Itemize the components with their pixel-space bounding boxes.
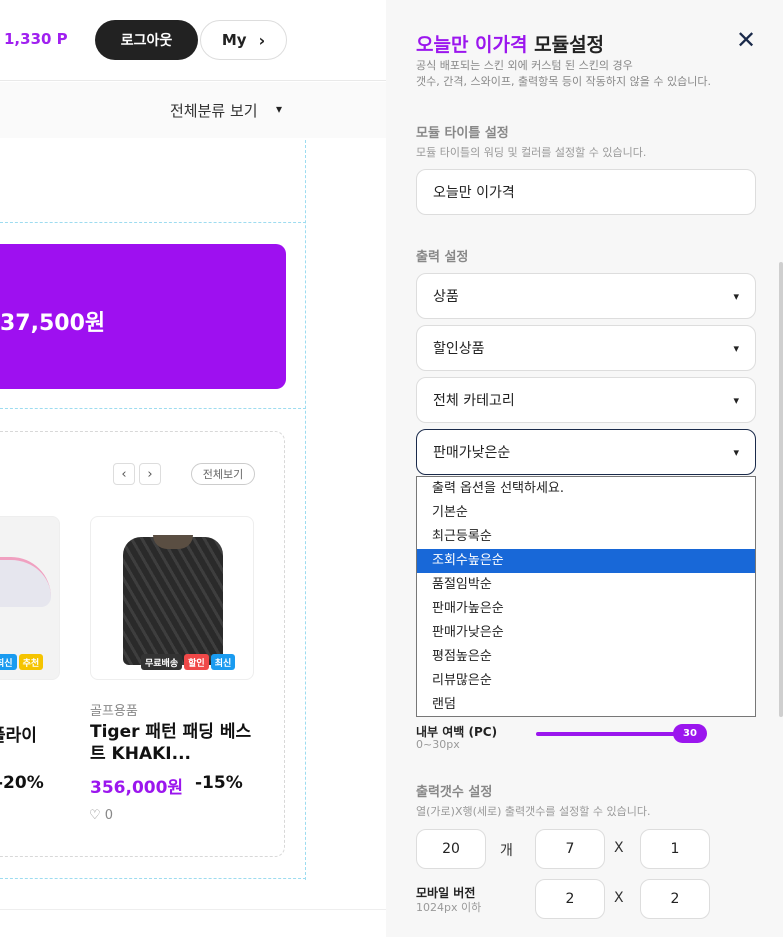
sort-option[interactable]: 랜덤 (417, 693, 755, 717)
shoe-image (0, 557, 51, 607)
mobile-rows-input[interactable]: 2 (640, 879, 710, 919)
chevron-down-icon: ▾ (733, 289, 739, 303)
sort-option[interactable]: 리뷰많은순 (417, 669, 755, 693)
sort-option[interactable]: 판매가낮은순 (417, 621, 755, 645)
select-value: 상품 (433, 289, 459, 305)
product-badges: 무료배송 할인 최신 (141, 654, 236, 670)
category-bar: 전체분류 보기 ▾ (0, 82, 386, 138)
prev-arrow-icon[interactable]: ‹ (113, 463, 135, 485)
product-name[interactable]: Tiger 패턴 패딩 베스트 KHAKI... (90, 721, 260, 765)
product-filter-select[interactable]: 할인상품 ▾ (416, 325, 756, 371)
module-guide-line (0, 878, 306, 879)
vest-image (123, 537, 223, 665)
divider (0, 909, 386, 910)
output-type-select[interactable]: 상품 ▾ (416, 273, 756, 319)
badge-new: 최신 (210, 654, 236, 670)
next-arrow-icon[interactable]: › (139, 463, 161, 485)
product-category: 골프용품 (90, 704, 138, 719)
product-badges: 최신 추천 (0, 654, 44, 670)
module-guide-line (0, 222, 306, 223)
module-guide-line (0, 408, 306, 409)
padding-range: 0~30px (416, 738, 460, 751)
module-title-sub: 모듈 타이틀의 워딩 및 컬러를 설정할 수 있습니다. (416, 146, 647, 159)
desc-line: 갯수, 간격, 스와이프, 출력항목 등이 작동하지 않을 수 있습니다. (416, 75, 711, 88)
like-count[interactable]: ♡ 0 (89, 808, 113, 823)
panel-description: 공식 배포되는 스킨 외에 커스텀 된 스킨의 경우 갯수, 간격, 스와이프,… (416, 58, 711, 90)
desc-line: 공식 배포되는 스킨 외에 커스텀 된 스킨의 경우 (416, 59, 633, 72)
panel-title-rest: 모듈설정 (527, 34, 605, 56)
product-discount: -20% (0, 773, 44, 793)
sort-option[interactable]: 판매가높은순 (417, 597, 755, 621)
badge-free-shipping: 무료배송 (141, 654, 183, 670)
count-sub: 열(가로)X행(세로) 출력갯수를 설정할 수 있습니다. (416, 805, 651, 818)
my-button-label: My (221, 31, 247, 49)
sort-option[interactable]: 출력 옵션을 선택하세요. (417, 477, 755, 501)
heart-icon: ♡ (89, 808, 101, 823)
points-balance: 1,330 P (4, 30, 68, 48)
mobile-columns-input[interactable]: 2 (535, 879, 605, 919)
category-toggle[interactable]: 전체분류 보기 (170, 100, 258, 121)
module-guide-line (305, 140, 306, 880)
sort-option-highlighted[interactable]: 조회수높은순 (417, 549, 755, 573)
select-value: 판매가낮은순 (433, 445, 511, 461)
chevron-down-icon: ▾ (733, 445, 739, 459)
view-all-button[interactable]: 전체보기 (191, 463, 255, 485)
module-settings-panel: 오늘만 이가격 모듈설정 ✕ 공식 배포되는 스킨 외에 커스텀 된 스킨의 경… (386, 0, 783, 937)
sort-option[interactable]: 기본순 (417, 501, 755, 525)
panel-title: 오늘만 이가격 모듈설정 (416, 30, 604, 57)
total-count-input[interactable]: 20 (416, 829, 486, 869)
product-discount: -15% (195, 773, 243, 793)
promo-price: 37,500원 (0, 311, 106, 336)
output-heading: 출력 설정 (416, 250, 469, 265)
badge-recommended: 추천 (18, 654, 44, 670)
module-title-heading: 모듈 타이틀 설정 (416, 126, 509, 141)
panel-title-accent: 오늘만 이가격 (416, 34, 528, 56)
category-select[interactable]: 전체 카테고리 ▾ (416, 377, 756, 423)
panel-scrollbar[interactable] (779, 262, 783, 717)
sort-option[interactable]: 품절임박순 (417, 573, 755, 597)
padding-slider-handle[interactable]: 30 (673, 724, 707, 743)
module-title-value: 오늘만 이가격 (433, 185, 515, 201)
badge-new: 최신 (0, 654, 17, 670)
my-button[interactable]: My › (200, 20, 287, 60)
sort-option[interactable]: 평점높은순 (417, 645, 755, 669)
module-title-input[interactable]: 오늘만 이가격 (416, 169, 756, 215)
select-value: 할인상품 (433, 341, 485, 357)
pc-columns-input[interactable]: 7 (535, 829, 605, 869)
product-name[interactable]: 플라이 (0, 721, 37, 746)
badge-sale: 할인 (184, 654, 209, 670)
site-header: 1,330 P 로그아웃 My › (0, 0, 386, 81)
chevron-down-icon: ▾ (733, 341, 739, 355)
logout-button[interactable]: 로그아웃 (95, 20, 198, 60)
count-heading: 출력갯수 설정 (416, 785, 493, 800)
close-icon[interactable]: ✕ (736, 26, 756, 54)
count-unit: 개 (500, 843, 513, 859)
chevron-down-icon[interactable]: ▾ (276, 102, 282, 116)
sort-options-listbox[interactable]: 출력 옵션을 선택하세요. 기본순 최근등록순 조회수높은순 품절임박순 판매가… (416, 476, 756, 717)
product-price: 356,000원 (90, 778, 184, 798)
pc-rows-input[interactable]: 1 (640, 829, 710, 869)
mobile-sub: 1024px 이하 (416, 901, 482, 914)
sort-option[interactable]: 최근등록순 (417, 525, 755, 549)
times-sign: X (614, 890, 624, 906)
times-sign: X (614, 840, 624, 856)
sort-order-select[interactable]: 판매가낮은순 ▾ (416, 429, 756, 475)
select-value: 전체 카테고리 (433, 393, 515, 409)
carousel-arrows: ‹ › (113, 463, 161, 485)
like-count-value: 0 (104, 808, 114, 823)
chevron-right-icon: › (258, 30, 266, 50)
storefront-background: 1,330 P 로그아웃 My › 전체분류 보기 ▾ 37,500원 ‹ › … (0, 0, 386, 937)
chevron-down-icon: ▾ (733, 393, 739, 407)
